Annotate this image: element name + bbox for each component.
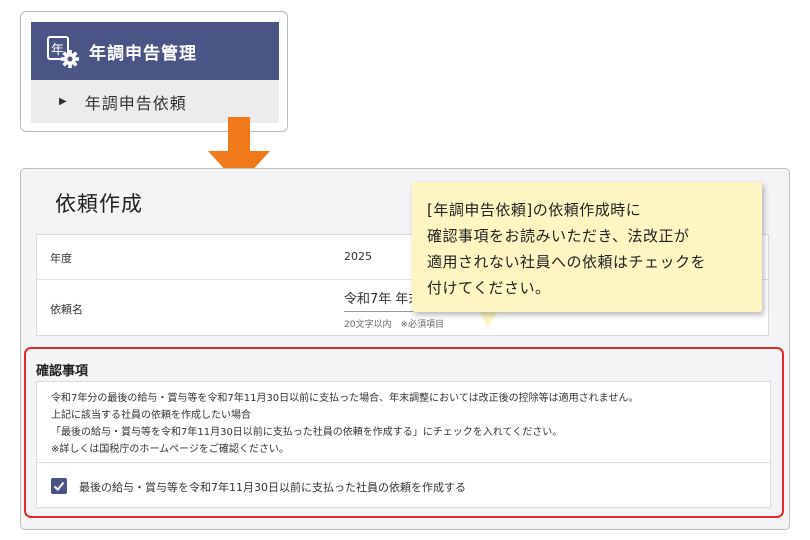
confirm-line: ※詳しくは国税庁のホームページをご確認ください。 bbox=[51, 444, 289, 455]
early-payment-checkbox[interactable] bbox=[51, 478, 67, 494]
menu-panel: 年 年調申告管理 ▶ 年調申告依頼 bbox=[20, 11, 288, 132]
page-title: 依頼作成 bbox=[55, 192, 143, 216]
confirm-line: 令和7年分の最後の給与・賞与等を令和7年11月30日以前に支払った場合、年末調整… bbox=[51, 393, 639, 404]
confirm-line: 「最後の給与・賞与等を令和7年11月30日以前に支払った社員の依頼を作成する」に… bbox=[51, 427, 563, 438]
confirm-line: 上記に該当する社員の依頼を作成したい場合 bbox=[51, 410, 251, 421]
callout-line: 付けてください。 bbox=[427, 279, 551, 297]
confirm-section: 確認事項 令和7年分の最後の給与・賞与等を令和7年11月30日以前に支払った場合… bbox=[24, 347, 784, 518]
divider bbox=[37, 462, 770, 463]
callout-note: [年調申告依頼]の依頼作成時に 確認事項をお読みいただき、法改正が 適用されない… bbox=[412, 182, 762, 312]
early-payment-checkbox-label[interactable]: 最後の給与・賞与等を令和7年11月30日以前に支払った社員の依頼を作成する bbox=[79, 479, 466, 495]
menu-header[interactable]: 年 年調申告管理 bbox=[31, 22, 279, 80]
triangle-right-icon: ▶ bbox=[59, 96, 67, 107]
confirm-card: 令和7年分の最後の給与・賞与等を令和7年11月30日以前に支払った場合、年末調整… bbox=[36, 381, 771, 508]
callout-line: 適用されない社員への依頼はチェックを bbox=[427, 253, 707, 271]
callout-line: 確認事項をお読みいただき、法改正が bbox=[427, 227, 690, 245]
confirm-title: 確認事項 bbox=[36, 364, 89, 379]
menu-item-request-label: 年調申告依頼 bbox=[84, 93, 187, 113]
request-name-hint: 20文字以内 ※必須項目 bbox=[344, 320, 444, 330]
callout-line: [年調申告依頼]の依頼作成時に bbox=[427, 201, 642, 219]
menu-header-title: 年調申告管理 bbox=[89, 43, 197, 64]
year-value: 2025 bbox=[344, 250, 372, 263]
checkmark-icon bbox=[53, 481, 65, 491]
header-icon-char: 年 bbox=[51, 43, 64, 58]
year-label: 年度 bbox=[50, 252, 72, 265]
request-name-label: 依頼名 bbox=[50, 303, 83, 316]
document-gear-icon: 年 bbox=[45, 34, 79, 68]
